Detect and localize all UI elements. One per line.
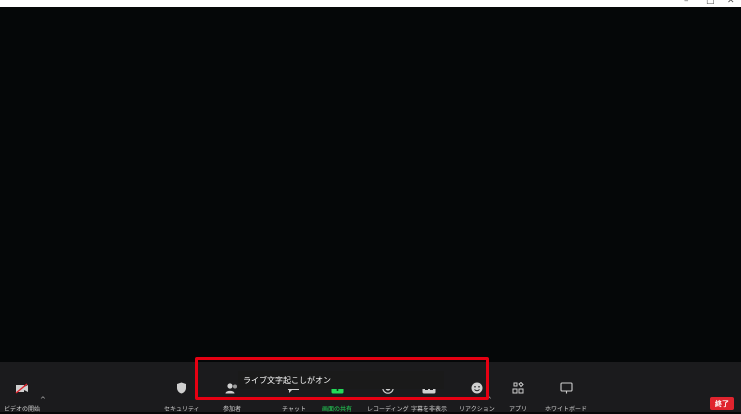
- apps-label: アプリ: [509, 406, 528, 413]
- reactions-label: リアクション: [459, 406, 495, 413]
- maximize-button[interactable]: □: [706, 0, 715, 6]
- whiteboard-icon: [558, 380, 574, 396]
- participants-label: 参加者: [223, 406, 242, 413]
- chat-label: チャット: [282, 406, 306, 413]
- close-button[interactable]: ✕: [727, 0, 735, 6]
- shield-icon: [174, 380, 190, 396]
- whiteboard-button[interactable]: ホワイトボード: [545, 380, 588, 413]
- title-bar: – □ ✕: [0, 0, 741, 7]
- apps-icon: [510, 380, 526, 396]
- end-meeting-button[interactable]: 終了: [710, 397, 734, 410]
- whiteboard-label: ホワイトボード: [545, 406, 588, 413]
- end-meeting-label: 終了: [715, 399, 729, 408]
- start-video-label: ビデオの開始: [4, 406, 41, 413]
- video-off-icon: [14, 380, 30, 396]
- video-options-caret-icon[interactable]: ^: [40, 396, 46, 404]
- security-label: セキュリティ: [164, 406, 200, 413]
- caption-highlight-frame: [195, 357, 489, 400]
- hide-captions-label: 字幕を非表示: [411, 406, 448, 413]
- record-label: レコーディング: [367, 406, 409, 413]
- apps-button[interactable]: アプリ: [509, 380, 528, 413]
- meeting-video-area: [0, 7, 741, 362]
- start-video-button[interactable]: ビデオの開始: [4, 380, 41, 413]
- minimize-button[interactable]: –: [684, 0, 689, 6]
- share-screen-label: 画面の共有: [322, 406, 353, 413]
